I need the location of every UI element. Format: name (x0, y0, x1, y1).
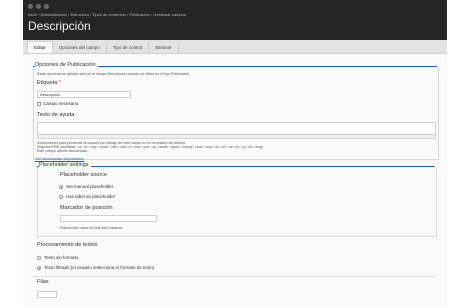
breadcrumb[interactable]: Inicio › Administración › Estructura › T… (28, 12, 186, 17)
window: Inicio › Administración › Estructura › T… (23, 0, 447, 307)
label-field-title: Etiqueta * (37, 80, 61, 86)
maximize-dot-icon[interactable] (44, 4, 49, 9)
placeholder-marker-desc: Placeholder value for this field instanc… (60, 226, 124, 230)
radio-set-manual-label: Set manual placeholder (66, 184, 114, 189)
publication-intro: Estas opciones se aplican sólo en el cam… (37, 72, 191, 76)
radio-plain-text-label: Texto sin formato (44, 255, 79, 260)
radio-filtered-text-label: Texto filtrado (el usuario selecciona el… (44, 265, 155, 270)
radio-use-label[interactable] (59, 195, 63, 199)
radio-use-label-label: Use label as placeholder (66, 194, 116, 199)
tab-bar: Editar Opciones del campo Tipo de contro… (23, 40, 447, 54)
required-label: Campo necesario (43, 101, 79, 106)
help-text-textarea[interactable] (37, 122, 436, 135)
window-controls (28, 4, 49, 9)
close-dot-icon[interactable] (28, 4, 33, 9)
section-divider (33, 276, 437, 277)
page-header: Inicio › Administración › Estructura › T… (23, 0, 447, 40)
tab-opciones-campo[interactable]: Opciones del campo (53, 42, 107, 53)
textarea-resize-grip[interactable] (37, 135, 436, 139)
tab-editar[interactable]: Editar (27, 41, 53, 53)
radio-filtered-text[interactable] (37, 266, 41, 270)
help-desc-3: Este campo admite secuencias. (37, 149, 88, 153)
rows-input[interactable] (37, 291, 57, 298)
tab-tipo-control[interactable]: Tipo de control (107, 42, 150, 53)
tab-eliminar[interactable]: Eliminar (149, 42, 179, 53)
label-field-title-text: Etiqueta (37, 80, 58, 86)
page-title: Descripción (28, 19, 91, 33)
required-marker: * (58, 80, 61, 86)
label-input[interactable]: Descripción (37, 91, 131, 98)
tokens-link[interactable]: Ver secuencias disponibles. (35, 156, 84, 161)
required-checkbox[interactable] (37, 102, 41, 106)
minimize-dot-icon[interactable] (36, 4, 41, 9)
radio-plain-text[interactable] (37, 256, 41, 260)
text-processing-title: Procesamiento de textos (37, 242, 98, 248)
rows-title: Filas (37, 279, 49, 285)
placeholder-marker-input[interactable] (60, 215, 157, 222)
help-text-title: Texto de ayuda (37, 112, 75, 118)
placeholder-source-title: Placeholder source (60, 172, 108, 178)
radio-set-manual[interactable] (59, 185, 63, 189)
placeholder-marker-title: Marcador de posición (60, 205, 113, 211)
